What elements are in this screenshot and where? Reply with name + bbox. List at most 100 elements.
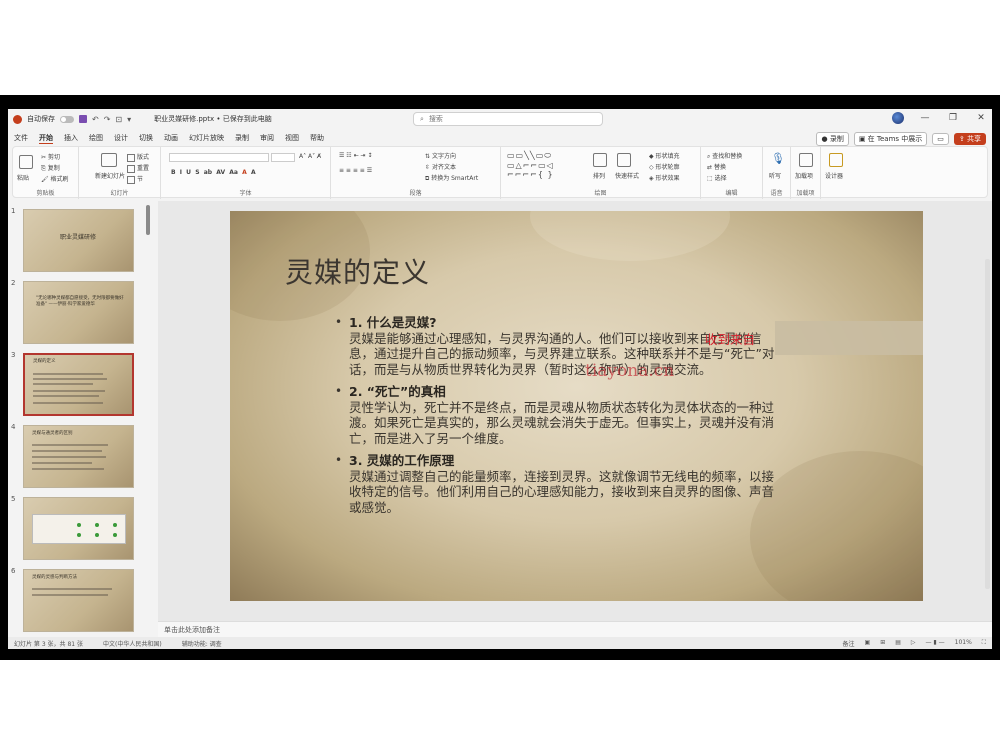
user-avatar[interactable] xyxy=(892,112,904,124)
tab-record[interactable]: 录制 xyxy=(235,133,249,143)
thumbnail-row[interactable]: 5 xyxy=(8,495,156,563)
font-size-select[interactable] xyxy=(271,153,295,162)
redo-icon[interactable]: ↷ xyxy=(104,115,111,124)
thumbnail-scrollbar[interactable] xyxy=(146,205,150,235)
customize-qat-icon[interactable]: ▾ xyxy=(127,115,131,124)
accessibility-status[interactable]: 辅助功能: 调查 xyxy=(182,639,222,648)
slide-thumbnail-selected[interactable]: 灵媒的定义 xyxy=(23,353,134,416)
tab-view[interactable]: 视图 xyxy=(285,133,299,143)
tab-design[interactable]: 设计 xyxy=(114,133,128,143)
save-icon[interactable] xyxy=(79,115,87,123)
thumbnail-number: 2 xyxy=(11,279,16,287)
thumbnail-row[interactable]: 3 灵媒的定义 xyxy=(8,351,156,419)
normal-view-icon[interactable]: ▣ xyxy=(865,639,871,648)
autosave-toggle[interactable] xyxy=(60,115,74,123)
thumbnail-row[interactable]: 2 "无论哪种灵媒都自愿接受，无时限都要做好准备" ——伊丽·科学家爱德华 xyxy=(8,279,156,347)
addins-label[interactable]: 加载项 xyxy=(795,171,813,180)
new-slide-label[interactable]: 新建幻灯片 xyxy=(93,171,127,180)
present-icon[interactable]: ⊡ xyxy=(115,115,122,124)
find-button[interactable]: ⌕ 查找和替换 xyxy=(707,151,742,161)
notes-pane[interactable]: 单击此处添加备注 xyxy=(158,621,992,637)
designer-label[interactable]: 设计器 xyxy=(825,171,843,180)
close-icon[interactable]: ✕ xyxy=(974,113,988,123)
align-buttons[interactable]: ≡ ≡ ≡ ≡ ☰ xyxy=(339,167,372,174)
redaction-box xyxy=(775,321,923,355)
thumbnail-row[interactable]: 1 职业灵媒研修 xyxy=(8,207,156,275)
teams-present-button[interactable]: ▣ 在 Teams 中展示 xyxy=(853,132,928,146)
font-style-buttons[interactable]: B I U S ab AV Aa A A xyxy=(171,169,256,176)
slide-thumbnail[interactable]: 灵媒的灵感与判断方法 xyxy=(23,569,134,632)
slideshow-view-icon[interactable]: ▷ xyxy=(911,639,916,648)
fit-slide-icon[interactable]: ⛶ xyxy=(982,639,986,648)
replace-label: 替换 xyxy=(713,164,726,171)
designer-icon[interactable] xyxy=(829,153,843,167)
tab-review[interactable]: 审阅 xyxy=(260,133,274,143)
list-buttons[interactable]: ☰ ☷ ⇤ ⇥ ↕ xyxy=(339,152,372,159)
reading-view-icon[interactable]: ▤ xyxy=(895,639,901,648)
layout-button[interactable]: 版式 xyxy=(127,152,149,162)
shape-fill-button[interactable]: ◆ 形状填充 xyxy=(649,151,680,160)
tab-home[interactable]: 开始 xyxy=(39,133,53,144)
thumbnail-row[interactable]: 6 灵媒的灵感与判断方法 xyxy=(8,567,156,635)
paste-label[interactable]: 粘贴 xyxy=(17,173,29,182)
language-indicator[interactable]: 中文(中华人民共和国) xyxy=(103,639,162,648)
arrange-label[interactable]: 排列 xyxy=(593,171,605,180)
share-button[interactable]: ⇪ 共享 xyxy=(953,133,986,145)
replace-button[interactable]: ⇄ 替换 xyxy=(707,162,726,171)
paste-icon[interactable] xyxy=(19,155,33,169)
bullet-heading: 3. 灵媒的工作原理 xyxy=(349,453,455,468)
thumbnail-row[interactable]: 4 灵媒与通灵者的区别 xyxy=(8,423,156,491)
restore-icon[interactable]: ❐ xyxy=(946,113,960,123)
search-box[interactable]: ⌕ 搜索 xyxy=(413,112,603,126)
format-painter-button[interactable]: 🖌 格式刷 xyxy=(41,174,69,183)
reset-button[interactable]: 重置 xyxy=(127,163,149,173)
tab-file[interactable]: 文件 xyxy=(14,133,28,143)
section-button[interactable]: 节 xyxy=(127,174,143,184)
quick-styles-icon[interactable] xyxy=(617,153,631,167)
section-label: 节 xyxy=(137,176,144,183)
current-slide[interactable]: 灵媒的定义 1. 什么是灵媒? 灵媒是能够通过心理感知，与灵界沟通的人。他们可以… xyxy=(230,211,923,601)
shapes-gallery[interactable]: ▭▭╲╲▭⬭ ▭△⌐⌐▭◁ ⌐⌐⌐⌐{ } xyxy=(507,151,554,179)
font-grow-icon[interactable]: A˄ A˅ A̸ xyxy=(299,153,321,160)
slide-thumbnail[interactable]: 灵媒与通灵者的区别 xyxy=(23,425,134,488)
copy-button[interactable]: ⎘ 复制 xyxy=(41,163,60,173)
tab-insert[interactable]: 插入 xyxy=(64,133,78,143)
zoom-slider[interactable]: — ▮ — xyxy=(926,639,945,648)
zoom-level[interactable]: 101% xyxy=(955,639,972,648)
slide-thumbnail[interactable]: "无论哪种灵媒都自愿接受，无时限都要做好准备" ——伊丽·科学家爱德华 xyxy=(23,281,134,344)
minimize-icon[interactable]: — xyxy=(918,113,932,123)
microphone-icon[interactable]: 🎙 xyxy=(771,152,785,165)
dictate-label[interactable]: 听写 xyxy=(769,171,781,180)
shape-effects-button[interactable]: ◈ 形状效果 xyxy=(649,173,680,182)
addins-icon[interactable] xyxy=(799,153,813,167)
slide-thumbnail[interactable] xyxy=(23,497,134,560)
comments-icon[interactable]: ▭ xyxy=(932,133,949,145)
slide-thumbnail[interactable]: 职业灵媒研修 xyxy=(23,209,134,272)
undo-icon[interactable]: ↶ xyxy=(92,115,99,124)
quick-styles-label[interactable]: 快速样式 xyxy=(615,171,639,180)
new-slide-icon[interactable] xyxy=(101,153,117,167)
tab-animations[interactable]: 动画 xyxy=(164,133,178,143)
thumbnail-number: 4 xyxy=(11,423,16,431)
shape-outline-button[interactable]: ◇ 形状轮廓 xyxy=(649,162,680,171)
tab-slideshow[interactable]: 幻灯片放映 xyxy=(189,133,224,143)
notes-button[interactable]: 备注 xyxy=(843,639,855,648)
tab-help[interactable]: 帮助 xyxy=(310,133,324,143)
font-family-select[interactable] xyxy=(169,153,269,162)
canvas-scrollbar[interactable] xyxy=(985,259,990,589)
align-text-button[interactable]: ⇳ 对齐文本 xyxy=(425,162,456,171)
cut-button[interactable]: ✂ 剪切 xyxy=(41,152,60,161)
smartart-button[interactable]: ⧉ 转换为 SmartArt xyxy=(425,173,478,183)
select-button[interactable]: ⬚ 选择 xyxy=(707,173,727,182)
slide-content[interactable]: 1. 什么是灵媒? 灵媒是能够通过心理感知，与灵界沟通的人。他们可以接收到来自亡… xyxy=(335,315,775,522)
slide-title[interactable]: 灵媒的定义 xyxy=(285,251,430,291)
tab-draw[interactable]: 绘图 xyxy=(89,133,103,143)
sorter-view-icon[interactable]: ⊞ xyxy=(880,639,885,648)
record-button[interactable]: ● 录制 xyxy=(816,132,849,146)
text-direction-button[interactable]: ⇅ 文字方向 xyxy=(425,151,456,160)
tab-transitions[interactable]: 切换 xyxy=(139,133,153,143)
arrange-icon[interactable] xyxy=(593,153,607,167)
cut-label: 剪切 xyxy=(47,154,60,161)
shape-effects-label: 形状效果 xyxy=(655,175,680,182)
document-title[interactable]: 职业灵媒研修.pptx • 已保存到此电脑 xyxy=(154,114,272,124)
